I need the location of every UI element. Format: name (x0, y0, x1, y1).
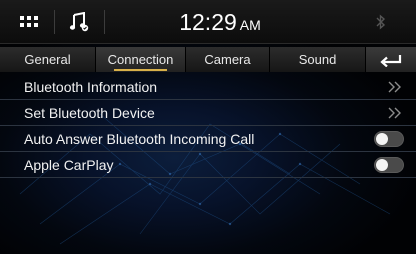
clock-ampm: AM (239, 17, 261, 33)
auto-answer-toggle[interactable] (374, 131, 404, 147)
status-bar: 12:29 AM (0, 0, 416, 44)
settings-list: Bluetooth Information Set Bluetooth Devi… (0, 74, 416, 178)
setting-bluetooth-information[interactable]: Bluetooth Information (0, 74, 416, 100)
clock-time: 12:29 (179, 9, 237, 35)
tab-sound[interactable]: Sound (270, 47, 366, 72)
bluetooth-status (374, 12, 388, 32)
double-chevron-right-icon (388, 81, 401, 93)
setting-set-bluetooth-device[interactable]: Set Bluetooth Device (0, 100, 416, 126)
setting-label: Apple CarPlay (24, 157, 114, 173)
setting-auto-answer: Auto Answer Bluetooth Incoming Call (0, 126, 416, 152)
clock: 12:29 AM (150, 6, 290, 38)
toggle-knob (376, 159, 388, 171)
screen: 12:29AM General Connection Camera Sound (0, 0, 416, 254)
bluetooth-icon (376, 14, 386, 30)
back-arrow-icon (380, 54, 402, 67)
apple-carplay-toggle[interactable] (374, 157, 404, 173)
tab-bar: General Connection Camera Sound (0, 47, 416, 72)
back-button[interactable] (366, 47, 416, 72)
toggle-knob (376, 133, 388, 145)
double-chevron-right-icon (388, 107, 401, 119)
tab-camera[interactable]: Camera (186, 47, 270, 72)
music-note-icon (69, 12, 89, 32)
setting-apple-carplay: Apple CarPlay (0, 152, 416, 178)
audio-source-button[interactable] (64, 6, 94, 38)
separator (54, 10, 55, 34)
tab-connection[interactable]: Connection (96, 47, 186, 72)
setting-label: Auto Answer Bluetooth Incoming Call (24, 131, 255, 147)
separator (104, 10, 105, 34)
menu-button[interactable] (14, 6, 44, 38)
grid-icon (20, 16, 38, 27)
tab-general[interactable]: General (0, 47, 96, 72)
setting-label: Bluetooth Information (24, 79, 158, 95)
setting-label: Set Bluetooth Device (24, 105, 155, 121)
